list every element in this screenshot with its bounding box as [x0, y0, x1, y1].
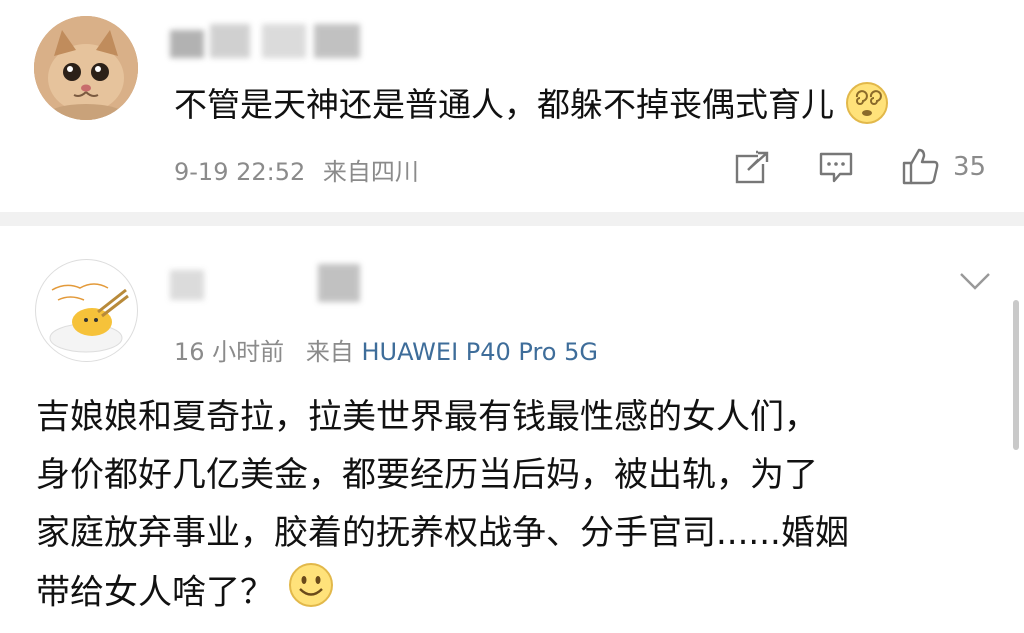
timestamp: 9-19 22:52: [174, 158, 306, 186]
cat-avatar-icon[interactable]: [34, 16, 138, 120]
comment-icon[interactable]: [818, 150, 854, 188]
card-separator: [0, 212, 1024, 226]
thumbs-up-icon[interactable]: [900, 146, 940, 190]
share-icon[interactable]: [734, 150, 770, 188]
comment-meta: 16 小时前 来自 HUAWEI P40 Pro 5G: [174, 332, 598, 367]
post-line: 带给女人啥了？: [36, 562, 996, 626]
post-line: 家庭放弃事业，胶着的抚养权战争、分手官司......婚姻: [36, 513, 849, 553]
comment-text: 不管是天神还是普通人，都躲不掉丧偶式育儿: [174, 78, 889, 133]
device-link[interactable]: HUAWEI P40 Pro 5G: [361, 338, 598, 366]
scrollbar[interactable]: [1013, 300, 1019, 450]
post-line: 吉娘娘和夏奇拉，拉美世界最有钱最性感的女人们，: [36, 397, 818, 437]
location: 来自四川: [322, 158, 419, 186]
post-line: 身价都好几亿美金，都要经历当后妈，被出轨，为了: [36, 455, 818, 495]
egg-character-avatar-icon[interactable]: [35, 259, 138, 362]
smile-emoji-icon: [288, 562, 334, 626]
chevron-down-icon[interactable]: [958, 270, 992, 296]
timestamp: 16 小时前: [174, 338, 285, 366]
dizzy-face-emoji-icon: [845, 81, 889, 133]
comment-meta: 9-19 22:52 来自四川: [174, 152, 419, 187]
comment-card-1: 不管是天神还是普通人，都躲不掉丧偶式育儿 9-19 22:52 来自四川 35: [0, 0, 1024, 212]
post-body: 吉娘娘和夏奇拉，拉美世界最有钱最性感的女人们， 身价都好几亿美金，都要经历当后妈…: [36, 388, 996, 626]
source-prefix: 来自: [305, 338, 354, 366]
like-count: 35: [953, 152, 987, 182]
